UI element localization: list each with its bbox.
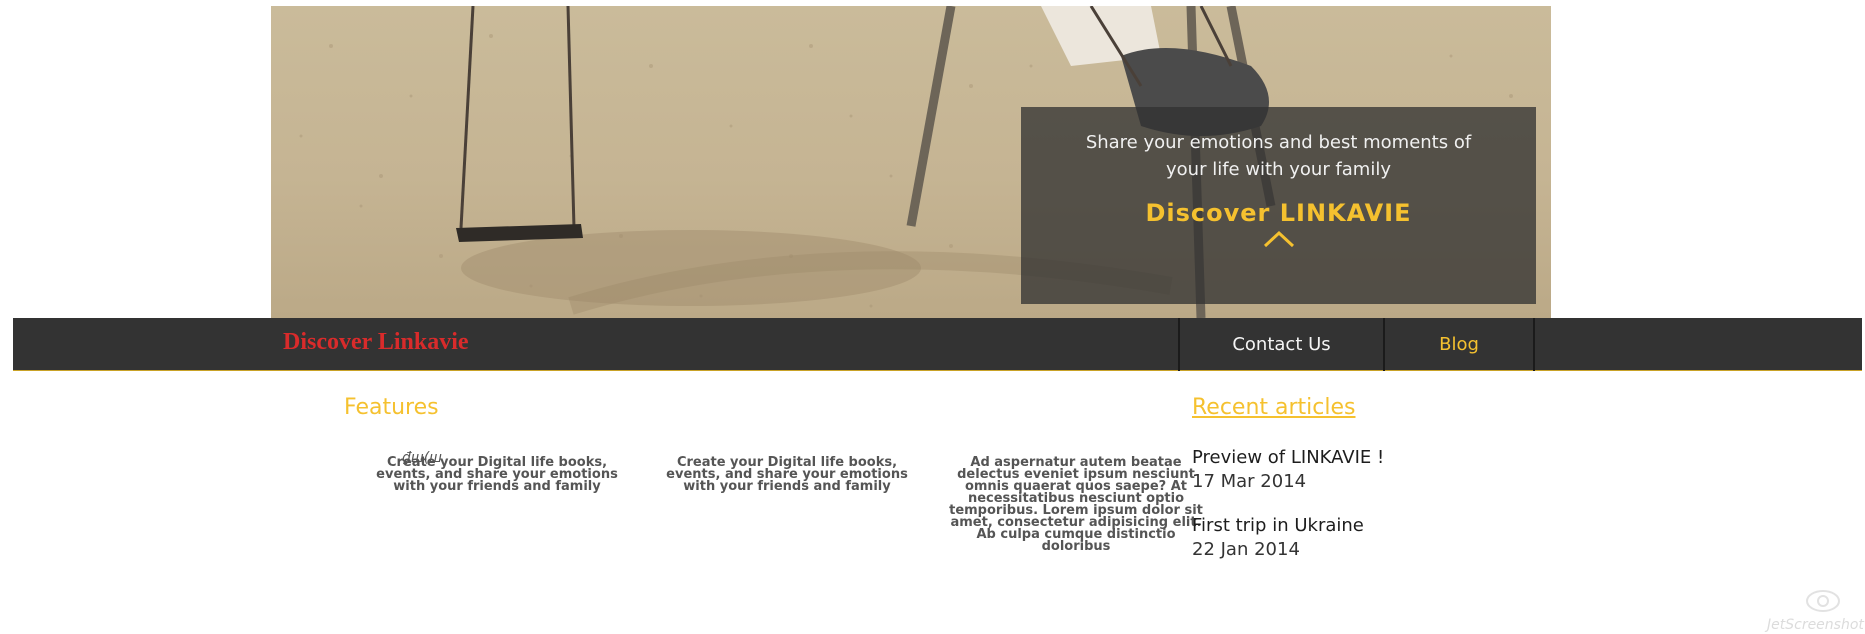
top-navbar: Discover Linkavie Contact Us Blog xyxy=(13,318,1862,371)
article-title-link[interactable]: First trip in Ukraine xyxy=(1192,514,1364,538)
article-item: Preview of LINKAVIE ! 17 Mar 2014 xyxy=(1192,446,1384,494)
brand-logo-link[interactable]: Discover Linkavie xyxy=(283,329,469,356)
recent-articles-link[interactable]: Recent articles xyxy=(1192,395,1356,420)
discover-linkavie-link[interactable]: Discover LINKAVIE xyxy=(1021,199,1536,227)
article-date: 22 Jan 2014 xyxy=(1192,539,1300,560)
feature-text: Create your Digital life books, events, … xyxy=(376,455,618,494)
article-date: 17 Mar 2014 xyxy=(1192,471,1307,492)
chevron-up-icon[interactable] xyxy=(1262,229,1296,249)
hero-banner: Share your emotions and best moments of … xyxy=(271,6,1551,318)
nav-item-blog[interactable]: Blog xyxy=(1383,318,1535,371)
hero-tagline: Share your emotions and best moments of … xyxy=(1085,132,1472,180)
watermark-text: JetScreenshot xyxy=(1767,617,1864,633)
feature-text: Ad aspernatur autem beatae delectus even… xyxy=(949,455,1203,554)
nav-item-contact-us[interactable]: Contact Us xyxy=(1178,318,1383,371)
article-item: First trip in Ukraine 22 Jan 2014 xyxy=(1192,514,1364,562)
features-heading: Features xyxy=(344,395,439,420)
article-title-link[interactable]: Preview of LINKAVIE ! xyxy=(1192,446,1384,470)
feature-text: Create your Digital life books, events, … xyxy=(666,455,908,494)
hero-overlay: Share your emotions and best moments of … xyxy=(1021,107,1536,304)
